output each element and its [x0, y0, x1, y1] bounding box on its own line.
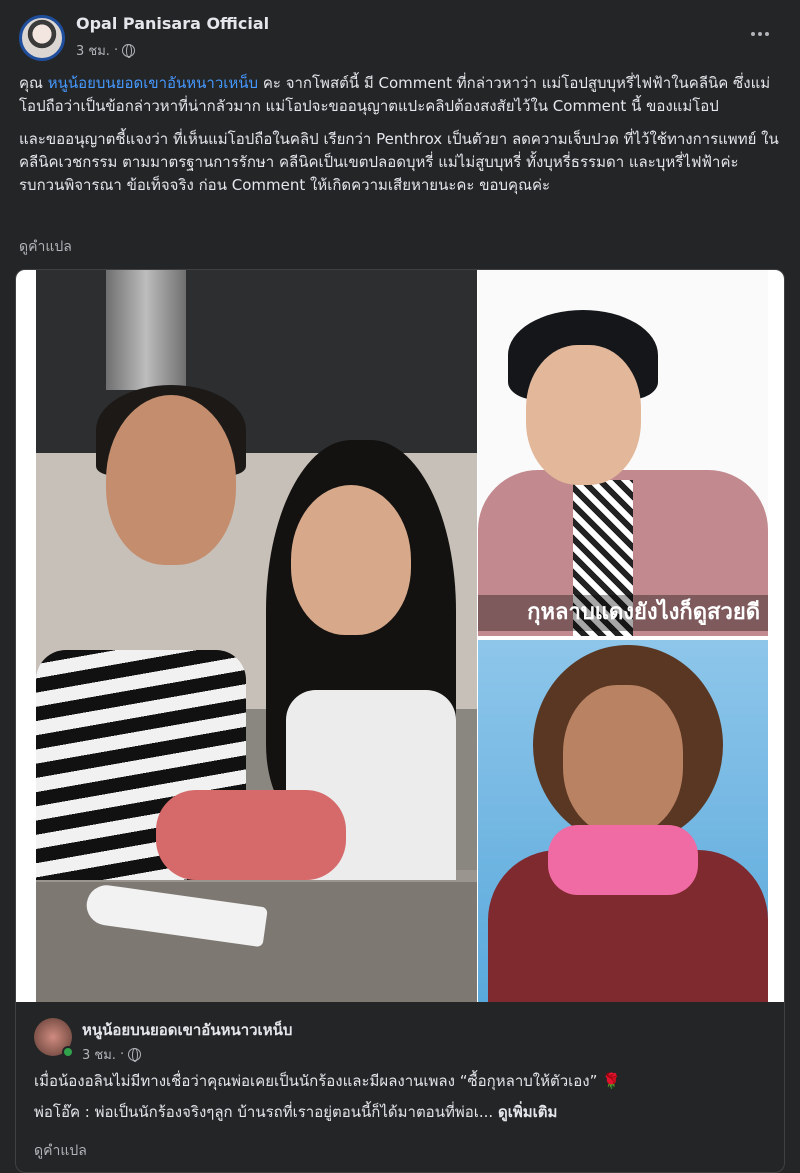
photo-flight-attendant	[478, 640, 768, 1002]
shared-line-1: เมื่อน้องอลินไม่มีทางเชื่อว่าคุณพ่อเคยเป…	[34, 1072, 621, 1090]
more-options-icon[interactable]	[748, 22, 772, 46]
globe-icon[interactable]	[128, 1048, 142, 1062]
see-translation-link[interactable]: ดูคำแปล	[19, 236, 72, 258]
see-more-link[interactable]: ดูเพิ่มเติม	[498, 1103, 557, 1121]
post-meta: 3 ชม. ·	[76, 40, 136, 61]
page-avatar[interactable]	[19, 15, 65, 61]
photo-mother-daughter	[36, 270, 477, 1002]
shared-time[interactable]: 3 ชม.	[82, 1044, 116, 1065]
shared-photo[interactable]: กุหลาบแดงยังไงก็ดูสวยดี	[16, 270, 784, 1002]
photo-caption: กุหลาบแดงยังไงก็ดูสวยดี	[478, 595, 768, 631]
shared-line-2: พ่อโอ๊ค : พ่อเป็นนักร้องจริงๆลูก บ้านรถท…	[34, 1103, 558, 1121]
shared-meta: 3 ชม. ·	[82, 1044, 142, 1065]
post-paragraph-2: และขออนุญาตชี้แจงว่า ที่เห็นแม่โอปถือในค…	[19, 130, 779, 194]
post-header: Opal Panisara Official 3 ชม. ·	[0, 0, 800, 70]
shared-body: เมื่อน้องอลินไม่มีทางเชื่อว่าคุณพ่อเคยเป…	[34, 1070, 774, 1132]
shared-post-card[interactable]: กุหลาบแดงยังไงก็ดูสวยดี หนูน้อยบนยอดเขาอ…	[15, 269, 785, 1173]
photo-singer: กุหลาบแดงยังไงก็ดูสวยดี	[478, 270, 768, 636]
mention-link[interactable]: หนูน้อยบนยอดเขาอันหนาวเหน็บ	[48, 74, 258, 92]
post-time[interactable]: 3 ชม.	[76, 40, 110, 61]
page-name[interactable]: Opal Panisara Official	[76, 14, 269, 33]
shared-author-name[interactable]: หนูน้อยบนยอดเขาอันหนาวเหน็บ	[82, 1018, 292, 1042]
globe-icon[interactable]	[122, 44, 136, 58]
rose-emoji: 🌹	[602, 1072, 621, 1090]
meta-separator: ·	[113, 43, 119, 58]
online-indicator	[62, 1046, 74, 1058]
shared-see-translation-link[interactable]: ดูคำแปล	[34, 1140, 87, 1162]
post-paragraph-1: คุณ หนูน้อยบนยอดเขาอันหนาวเหน็บ คะ จากโพ…	[19, 74, 771, 115]
post-body: คุณ หนูน้อยบนยอดเขาอันหนาวเหน็บ คะ จากโพ…	[19, 72, 779, 207]
